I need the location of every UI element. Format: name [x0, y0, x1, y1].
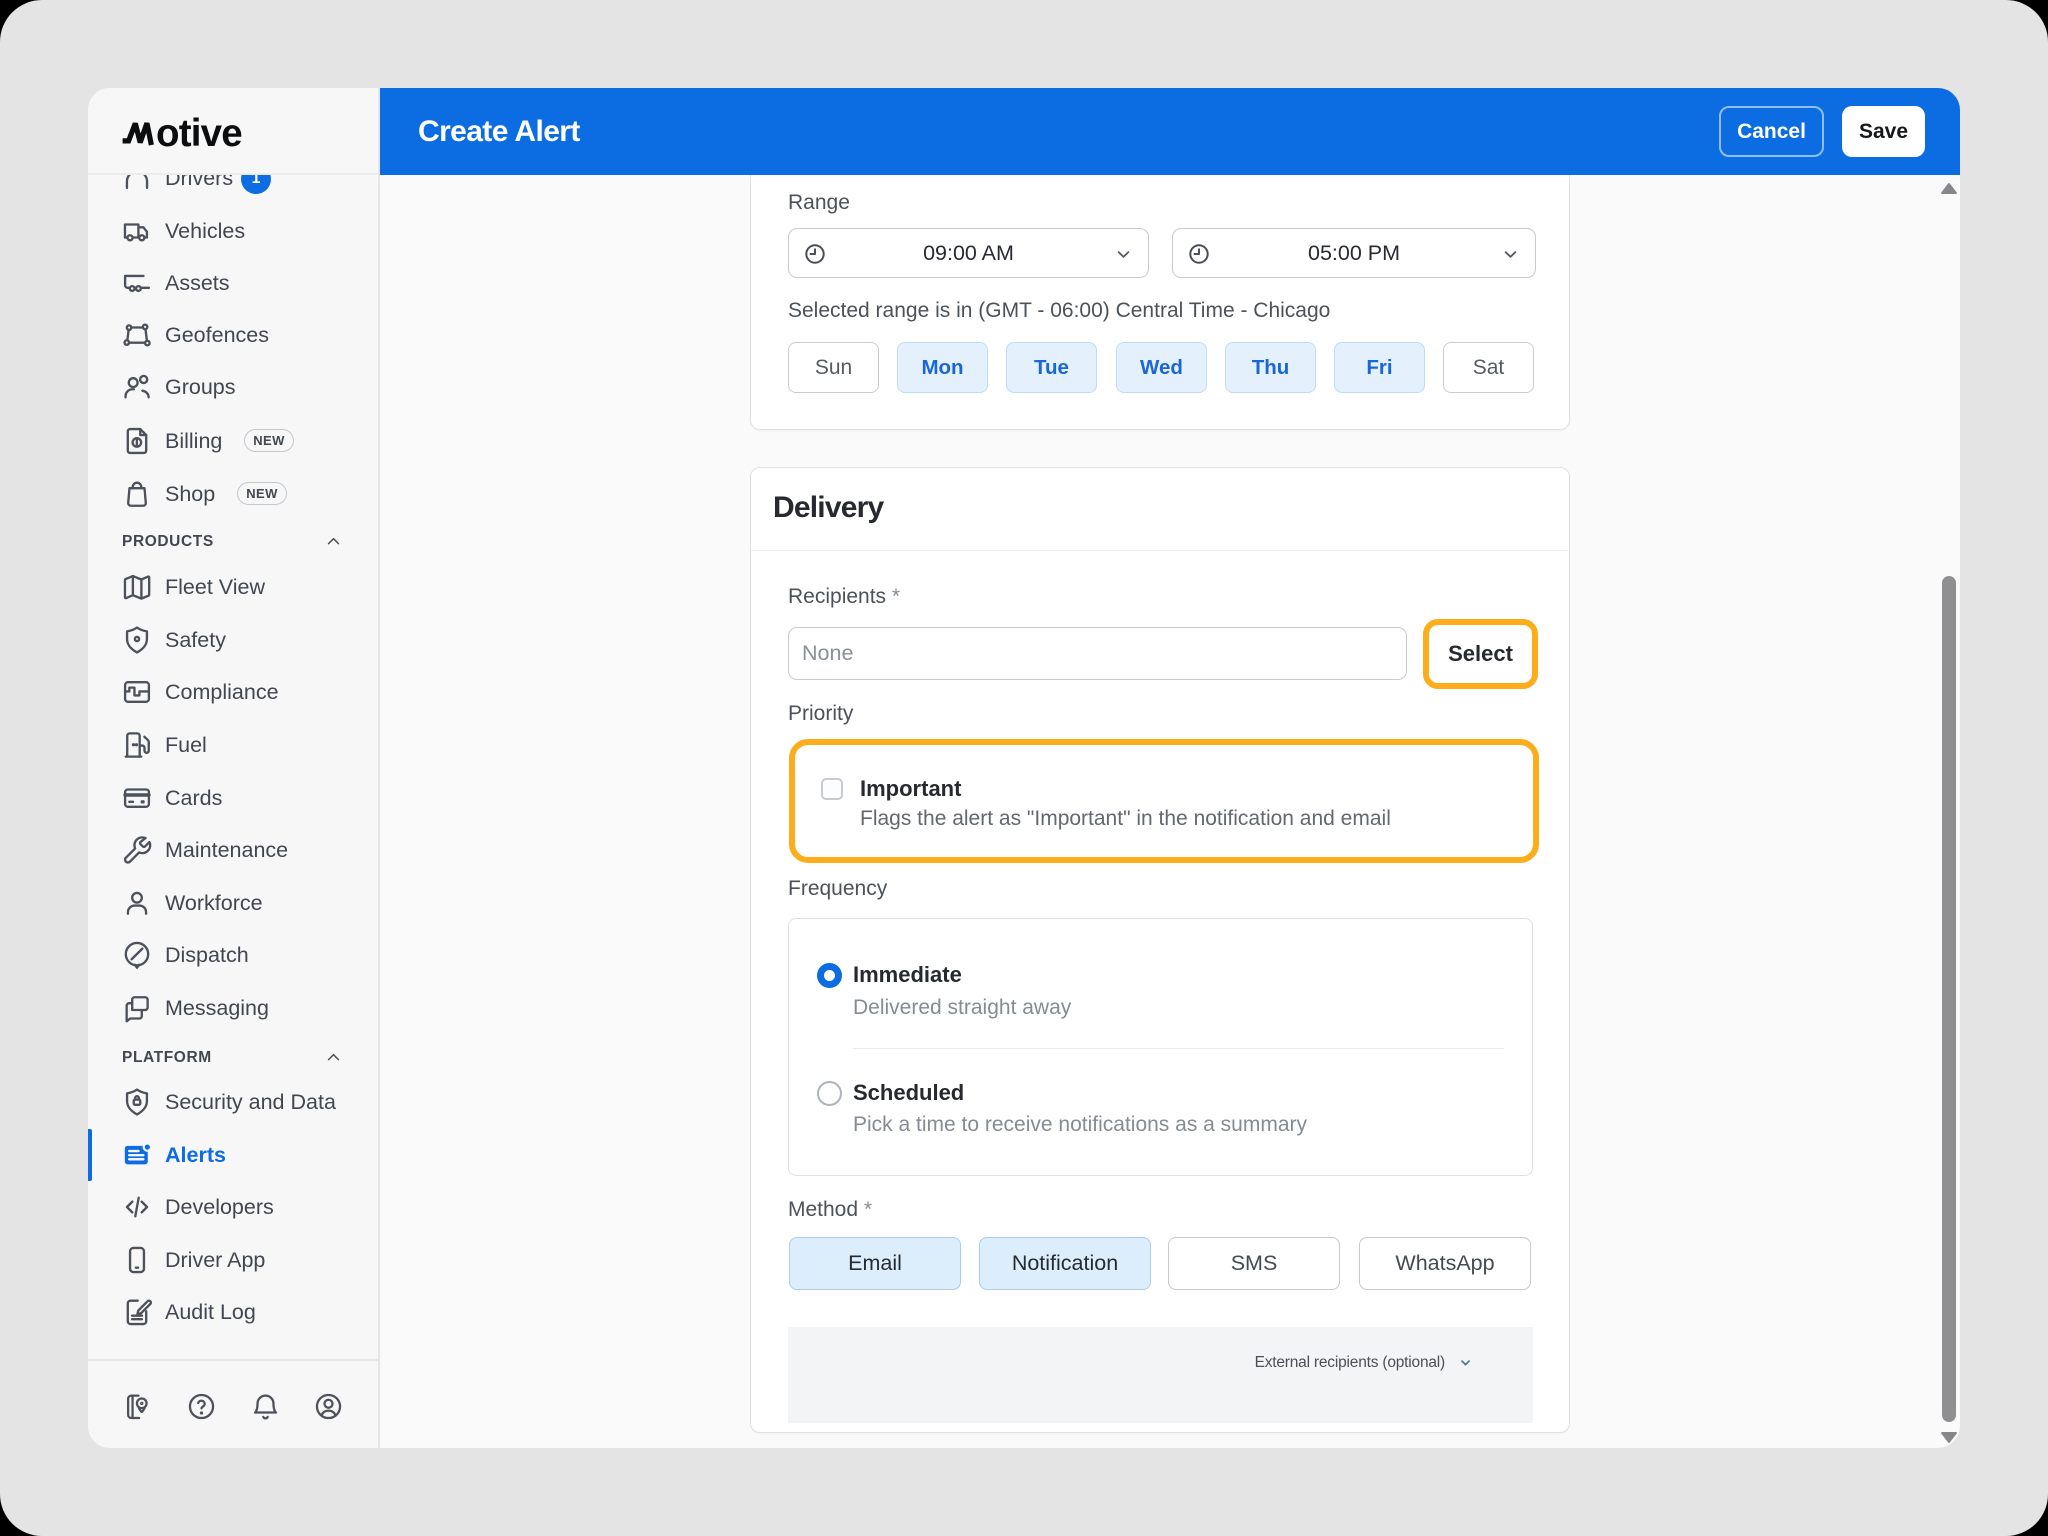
svg-text:otive: otive	[156, 114, 242, 154]
